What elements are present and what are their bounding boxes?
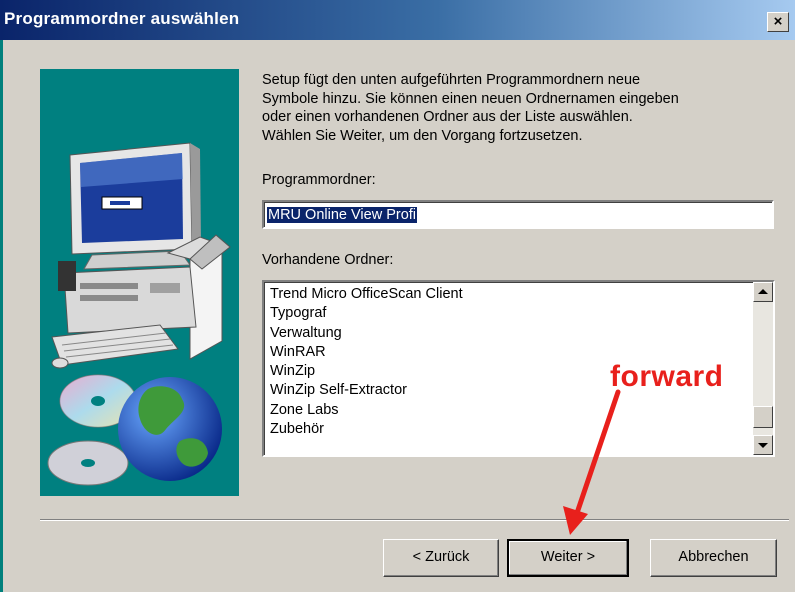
scroll-up-button[interactable]: [753, 282, 773, 302]
window-title: Programmordner auswählen: [4, 9, 240, 28]
program-folder-value: MRU Online View Profi: [267, 207, 418, 223]
list-item[interactable]: WinRAR: [270, 343, 463, 362]
next-button[interactable]: Weiter >: [507, 539, 629, 577]
list-item[interactable]: WinZip Self-Extractor: [270, 381, 463, 400]
list-item[interactable]: Zone Labs: [270, 401, 463, 420]
list-item[interactable]: WinZip: [270, 362, 463, 381]
list-item[interactable]: Typograf: [270, 304, 463, 323]
globe-icon: [118, 377, 222, 481]
arrow-down-icon: [758, 443, 768, 448]
existing-folders-label: Vorhandene Ordner:: [262, 252, 394, 268]
arrow-up-icon: [758, 289, 768, 294]
program-folder-input[interactable]: MRU Online View Profi: [262, 200, 774, 229]
close-button[interactable]: ×: [767, 12, 789, 32]
instructions-text: Setup fügt den unten aufgeführten Progra…: [262, 72, 679, 144]
setup-illustration-panel: [40, 69, 239, 496]
back-button[interactable]: < Zurück: [383, 539, 499, 577]
list-scrollbar[interactable]: [753, 282, 773, 455]
list-item[interactable]: Zubehör: [270, 420, 463, 439]
window-left-border: [0, 40, 3, 592]
forward-annotation-label: forward: [610, 360, 724, 393]
button-separator: [40, 519, 789, 521]
list-item[interactable]: Trend Micro OfficeScan Client: [270, 285, 463, 304]
scroll-thumb[interactable]: [753, 406, 773, 428]
cancel-button[interactable]: Abbrechen: [650, 539, 777, 577]
title-bar: Programmordner auswählen ×: [0, 0, 795, 40]
program-folder-label: Programmordner:: [262, 172, 376, 188]
scroll-down-button[interactable]: [753, 435, 773, 455]
list-item[interactable]: Verwaltung: [270, 324, 463, 343]
